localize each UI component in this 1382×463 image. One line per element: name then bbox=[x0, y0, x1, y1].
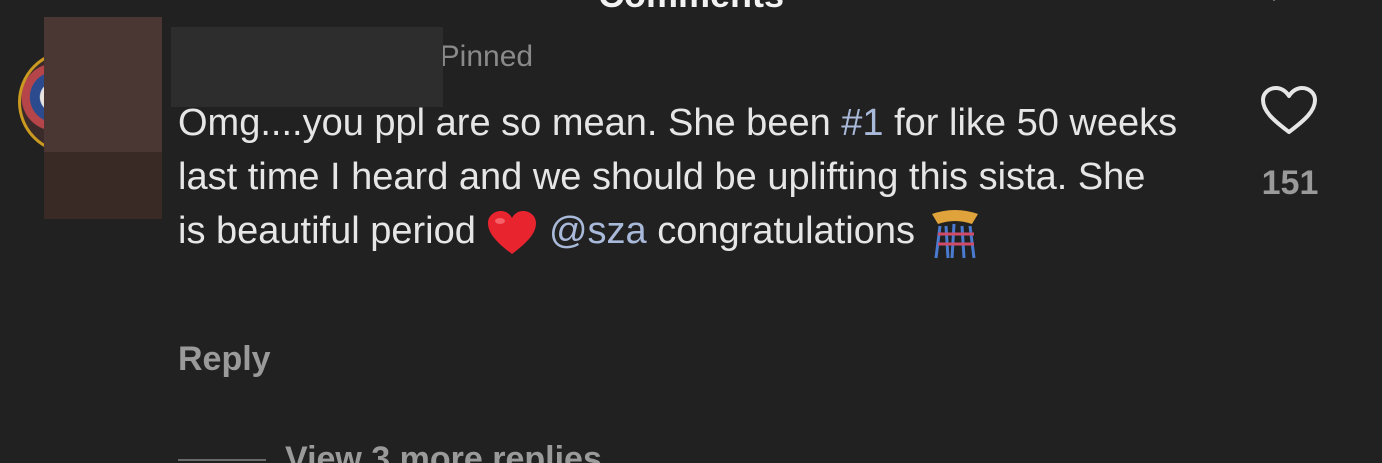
comment-body: Omg....you ppl are so mean. She been #1 … bbox=[178, 96, 1178, 262]
view-more-replies-button[interactable]: View 3 more replies bbox=[285, 440, 602, 463]
comments-title: Comments bbox=[0, 0, 1382, 16]
comment-text-part3: congratulations bbox=[646, 210, 926, 253]
like-count: 151 bbox=[1261, 164, 1319, 202]
mention-link[interactable]: @sza bbox=[549, 210, 647, 252]
username-redaction bbox=[171, 27, 443, 107]
reply-button[interactable]: Reply bbox=[178, 340, 271, 379]
hashtag-link[interactable]: #1 bbox=[841, 102, 883, 144]
pinned-label: Pinned bbox=[439, 40, 534, 73]
heart-outline-icon[interactable] bbox=[1259, 84, 1319, 136]
avatar-redaction bbox=[44, 17, 162, 219]
comments-screen: Comments redthequeen 11m · Pinned Omg...… bbox=[0, 0, 1382, 463]
comment-text-part1: Omg....you ppl are so mean. She been bbox=[178, 102, 842, 144]
view-more-divider bbox=[178, 459, 266, 461]
chevron-down-icon[interactable] bbox=[1262, 0, 1286, 10]
red-heart-emoji bbox=[488, 211, 537, 254]
confetti-ball-emoji bbox=[931, 210, 978, 259]
